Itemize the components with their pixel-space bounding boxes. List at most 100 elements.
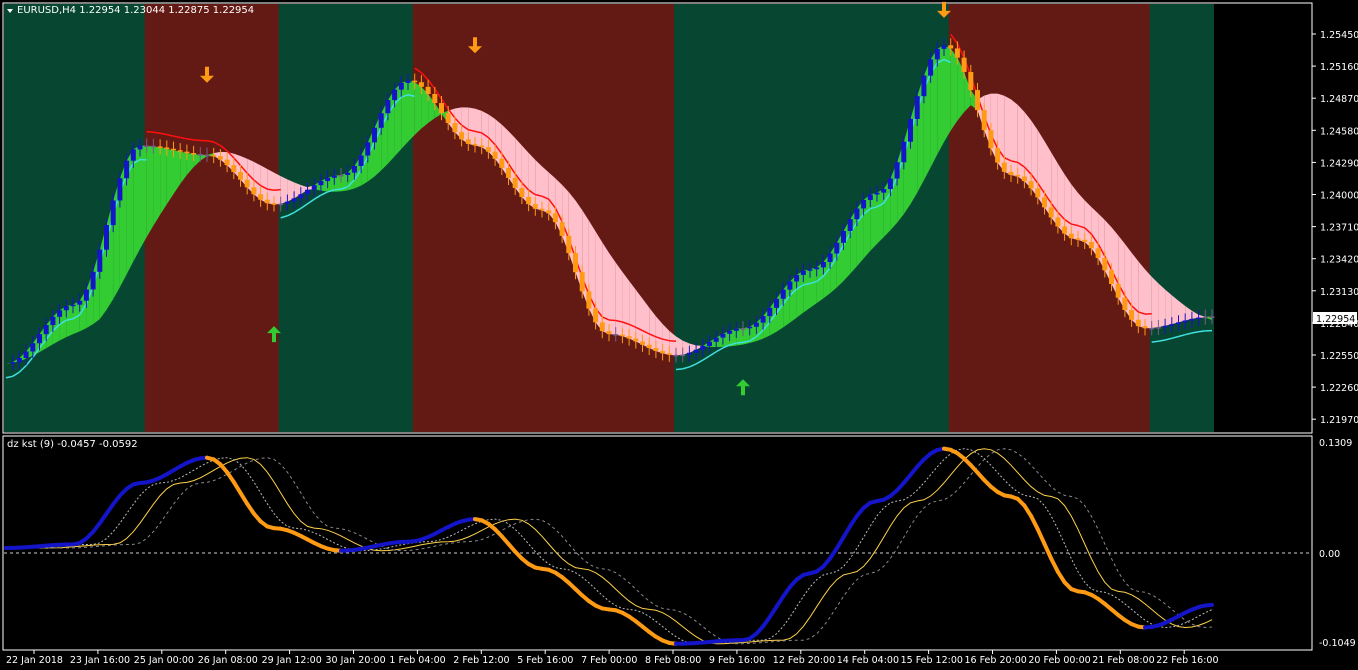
band-segment [140, 145, 147, 249]
time-axis-label: 14 Feb 04:00 [837, 655, 899, 666]
candle-body [311, 185, 317, 190]
candle-body [298, 194, 304, 199]
price-axis-label: 1.24290 [1320, 158, 1358, 169]
time-axis-label: 23 Jan 16:00 [70, 655, 130, 666]
band-segment [629, 280, 636, 342]
band-segment [146, 145, 154, 237]
candle-body [1021, 176, 1027, 182]
candle-body [546, 210, 552, 214]
kst-indicator-panel[interactable] [2, 435, 1313, 651]
band-segment [870, 192, 877, 251]
band-segment [1165, 289, 1172, 326]
candle-body [1082, 239, 1088, 242]
candle-body [579, 272, 585, 292]
candle-body [1182, 320, 1188, 323]
candle-body [318, 181, 324, 186]
candle-body [1196, 317, 1202, 320]
candle-body [1055, 217, 1061, 227]
chart-stage: EURUSD,H4 1.22954 1.23044 1.22875 1.2295… [2, 1, 1358, 666]
candle-body [291, 198, 297, 202]
time-axis-label: 16 Feb 20:00 [965, 655, 1027, 666]
candle-body [1062, 226, 1068, 234]
candle-body [418, 82, 424, 87]
trail-segment [153, 131, 161, 135]
candle-body [452, 123, 458, 133]
candle-body [593, 308, 599, 323]
band-segment [1138, 261, 1145, 329]
candle-body [485, 147, 491, 152]
candle-body [968, 71, 974, 91]
trail-segment [334, 188, 342, 191]
candle-body [124, 160, 130, 179]
candle-body [398, 82, 404, 90]
candle-body [1115, 284, 1121, 298]
candle-body [405, 80, 411, 83]
candle-body [995, 148, 1001, 163]
candle-body [30, 343, 36, 352]
candle-body [660, 350, 666, 354]
candle-body [626, 336, 632, 339]
candle-body [519, 187, 525, 197]
band-segment [615, 262, 623, 337]
main-header[interactable]: EURUSD,H4 1.22954 1.23044 1.22875 1.2295… [7, 5, 254, 16]
candle-body [83, 289, 89, 301]
candle-body [526, 196, 532, 205]
candle-body [345, 172, 351, 175]
candle-body [928, 59, 934, 76]
time-axis-label: 2 Feb 12:00 [453, 655, 509, 666]
price-axis-label: 1.24000 [1320, 191, 1358, 202]
candle-body [827, 253, 833, 262]
band-segment [1145, 269, 1152, 329]
candle-body [1095, 248, 1101, 259]
candle-body [1189, 318, 1195, 321]
candle-body [774, 298, 779, 308]
candle-body [820, 261, 826, 268]
future-area [1214, 4, 1311, 432]
candle-body [961, 57, 967, 72]
trend-zone [948, 4, 1152, 432]
candle-body [50, 316, 56, 326]
candle-body [566, 235, 572, 254]
candle-body [378, 113, 384, 128]
candle-body [104, 225, 109, 250]
candle-body [894, 162, 900, 179]
candle-body [599, 322, 605, 332]
candle-body [351, 165, 357, 173]
time-axis-label: 12 Feb 20:00 [773, 655, 835, 666]
candle-body [97, 249, 103, 272]
band-segment [1011, 99, 1018, 177]
candle-body [338, 174, 344, 177]
candle-body [365, 142, 371, 156]
candle-body [613, 334, 619, 336]
band-segment [1078, 192, 1085, 242]
candle-body [432, 94, 438, 104]
candle-body [887, 178, 893, 190]
main-price-panel[interactable] [2, 1, 1313, 434]
band-segment [803, 269, 810, 313]
candle-body [1028, 181, 1034, 189]
candle-body [224, 159, 230, 166]
candle-body [1142, 326, 1148, 329]
band-segment [810, 267, 817, 308]
trend-background-zones [4, 4, 1311, 432]
candle-body [720, 333, 726, 338]
candle-body [713, 337, 719, 342]
band-segment [609, 252, 616, 335]
candle-body [150, 145, 156, 148]
kst-main-segment [1203, 602, 1214, 608]
price-axis-label: 1.25450 [1320, 30, 1358, 41]
candle-body [1209, 316, 1215, 318]
kst-header: dz kst (9) -0.0457 -0.0592 [7, 439, 138, 450]
candle-body [1109, 270, 1114, 285]
candle-body [1102, 258, 1108, 271]
candle-body [1202, 316, 1208, 319]
candle-body [1162, 325, 1168, 328]
candle-body [499, 158, 505, 168]
candle-body [77, 300, 83, 305]
time-axis-label: 1 Feb 04:00 [389, 655, 445, 666]
candle-body [914, 96, 920, 119]
candle-body [445, 113, 451, 124]
band-segment [1017, 104, 1025, 182]
candle-body [16, 357, 22, 363]
candle-body [948, 45, 954, 49]
